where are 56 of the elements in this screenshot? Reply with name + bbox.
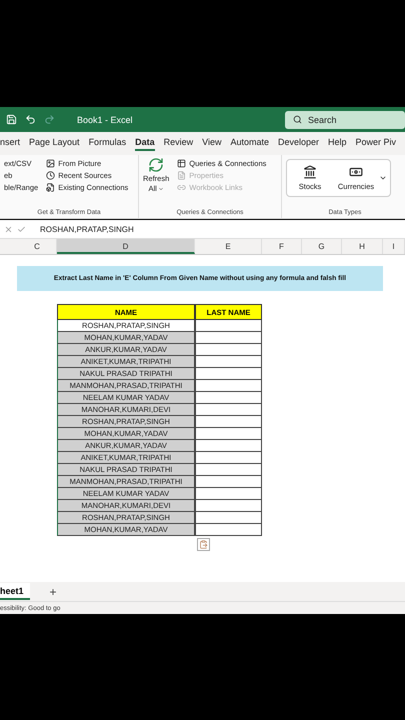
- ribbon-tab[interactable]: nsert: [0, 136, 20, 150]
- ribbon-tab[interactable]: Power Piv: [356, 136, 396, 150]
- column-header[interactable]: F: [262, 239, 302, 254]
- link-icon: [177, 183, 186, 192]
- column-header[interactable]: H: [342, 239, 383, 254]
- ribbon-tab[interactable]: Automate: [230, 136, 269, 150]
- table-cell[interactable]: [195, 464, 262, 476]
- table-cell[interactable]: [195, 320, 262, 332]
- document-icon: [177, 171, 186, 180]
- ribbon-tab[interactable]: View: [202, 136, 222, 150]
- table-cell[interactable]: [195, 404, 262, 416]
- table-icon: [177, 159, 186, 168]
- search-icon: [293, 115, 302, 124]
- formula-value[interactable]: ROSHAN,PRATAP,SINGH: [40, 224, 134, 234]
- column-header[interactable]: E: [195, 239, 262, 254]
- ribbon-tab[interactable]: Developer: [278, 136, 320, 150]
- table-cell[interactable]: [195, 428, 262, 440]
- undo-icon[interactable]: [25, 114, 36, 125]
- picture-icon: [46, 159, 56, 168]
- table-cell[interactable]: [195, 500, 262, 512]
- table-cell[interactable]: [195, 416, 262, 428]
- add-sheet-button[interactable]: +: [50, 584, 57, 598]
- table-cell[interactable]: [195, 488, 262, 500]
- table-cell[interactable]: [195, 380, 262, 392]
- table-cell[interactable]: [195, 452, 262, 464]
- table-cell[interactable]: [195, 524, 262, 536]
- column-header[interactable]: G: [302, 239, 342, 254]
- document-icon: [46, 183, 56, 192]
- refresh-icon: [148, 157, 164, 173]
- dropdown-icon[interactable]: [379, 174, 387, 182]
- sheet-tab[interactable]: heet1: [0, 583, 30, 600]
- ribbon-tab[interactable]: Data: [135, 136, 155, 150]
- ribbon-tab[interactable]: Page Layout: [29, 136, 80, 150]
- table-cell[interactable]: [195, 512, 262, 524]
- table-cell[interactable]: [195, 440, 262, 452]
- cancel-icon[interactable]: [4, 224, 13, 234]
- bank-icon: [303, 165, 317, 179]
- table-cell[interactable]: [195, 392, 262, 404]
- quick-analysis-icon[interactable]: [197, 538, 210, 551]
- column-header[interactable]: D: [57, 239, 195, 254]
- ribbon-tab[interactable]: Help: [328, 136, 347, 150]
- caret-icon: [158, 186, 164, 192]
- table-cell[interactable]: [195, 368, 262, 380]
- column-header[interactable]: I: [383, 239, 405, 254]
- table-cell[interactable]: [195, 356, 262, 368]
- ribbon-tab[interactable]: Formulas: [88, 136, 126, 150]
- check-icon[interactable]: [17, 224, 26, 234]
- search-field[interactable]: Search: [285, 110, 405, 128]
- ribbon-tab[interactable]: Review: [164, 136, 194, 150]
- banknote-icon: [349, 165, 363, 179]
- save-icon[interactable]: [6, 114, 17, 125]
- table-cell[interactable]: [195, 332, 262, 344]
- window-title: Book1 - Excel: [77, 114, 133, 124]
- table-cell[interactable]: [195, 476, 262, 488]
- clock-icon: [46, 171, 56, 180]
- table-cell[interactable]: [195, 344, 262, 356]
